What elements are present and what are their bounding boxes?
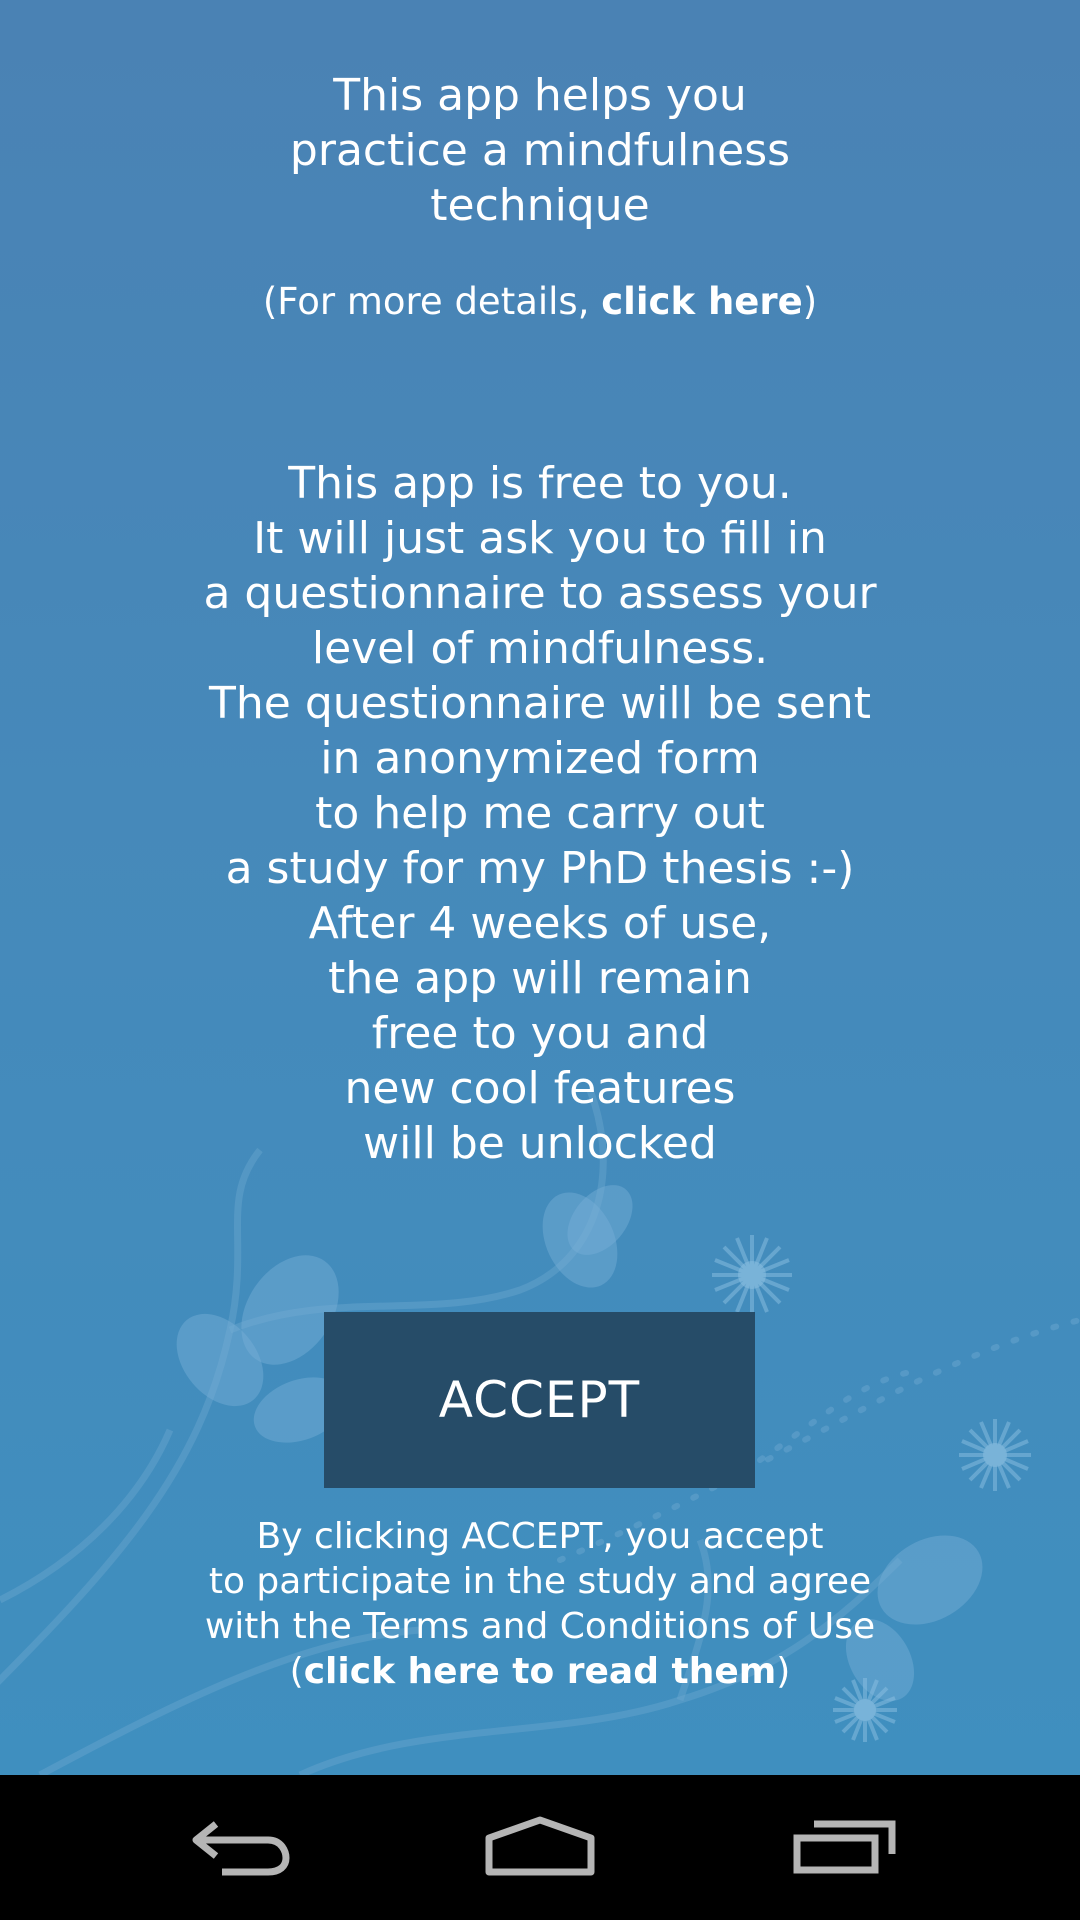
intro-heading: This app helps you practice a mindfulnes… bbox=[0, 68, 1080, 233]
consent-text: By clicking ACCEPT, you accept to partic… bbox=[0, 1514, 1080, 1694]
info-line: The questionnaire will be sent bbox=[209, 678, 871, 729]
info-line: This app is free to you. bbox=[288, 458, 792, 509]
back-button[interactable] bbox=[140, 1775, 340, 1920]
info-line: in anonymized form bbox=[320, 733, 760, 784]
info-line: a questionnaire to assess your bbox=[203, 568, 877, 619]
consent-line: with the Terms and Conditions of Use bbox=[204, 1606, 876, 1647]
info-line: level of mindfulness. bbox=[311, 623, 769, 674]
info-line: the app will remain bbox=[328, 953, 752, 1004]
recent-apps-icon bbox=[792, 1818, 898, 1878]
details-suffix: ) bbox=[802, 280, 818, 323]
home-button[interactable] bbox=[440, 1775, 640, 1920]
recent-apps-button[interactable] bbox=[745, 1775, 945, 1920]
accept-button[interactable]: ACCEPT bbox=[324, 1312, 755, 1488]
info-line: to help me carry out bbox=[315, 788, 765, 839]
study-info-text: This app is free to you. It will just as… bbox=[0, 456, 1080, 1171]
details-link[interactable]: click here bbox=[601, 280, 803, 323]
system-navigation-bar bbox=[0, 1775, 1080, 1920]
info-line: After 4 weeks of use, bbox=[308, 898, 772, 949]
intro-line: technique bbox=[430, 180, 650, 231]
terms-link-suffix: ) bbox=[776, 1651, 791, 1692]
home-icon bbox=[484, 1816, 596, 1880]
details-prefix: (For more details, bbox=[262, 280, 602, 323]
info-line: It will just ask you to fill in bbox=[253, 513, 827, 564]
app-screen: This app helps you practice a mindfulnes… bbox=[0, 0, 1080, 1920]
info-line: free to you and bbox=[371, 1008, 709, 1059]
info-line: will be unlocked bbox=[363, 1118, 717, 1169]
terms-link-line: (click here to read them) bbox=[0, 1649, 1080, 1694]
consent-line: By clicking ACCEPT, you accept bbox=[256, 1516, 824, 1557]
info-line: new cool features bbox=[344, 1063, 736, 1114]
terms-link-prefix: ( bbox=[289, 1651, 304, 1692]
consent-line: to participate in the study and agree bbox=[208, 1561, 872, 1602]
terms-link[interactable]: click here to read them bbox=[304, 1651, 777, 1692]
intro-line: practice a mindfulness bbox=[289, 125, 791, 176]
info-line: a study for my PhD thesis :-) bbox=[225, 843, 855, 894]
more-details-line: (For more details, click here) bbox=[0, 278, 1080, 326]
back-icon bbox=[188, 1816, 292, 1880]
intro-line: This app helps you bbox=[333, 70, 747, 121]
main-content: This app helps you practice a mindfulnes… bbox=[0, 0, 1080, 1775]
